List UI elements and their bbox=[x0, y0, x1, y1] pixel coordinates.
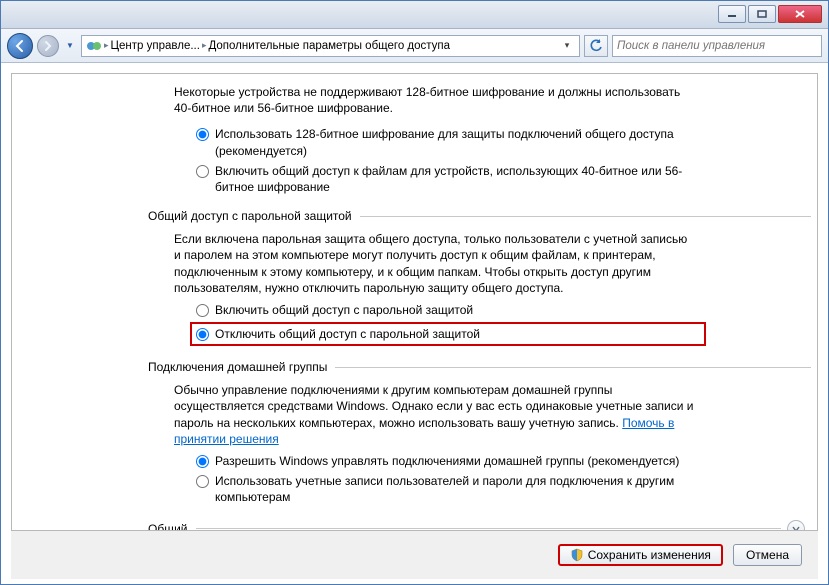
section-title: Подключения домашней группы bbox=[148, 360, 327, 374]
nav-history-dropdown[interactable]: ▼ bbox=[63, 39, 77, 53]
window-frame: ▼ ▸ Центр управле... ▸ Дополнительные па… bbox=[0, 0, 829, 585]
breadcrumb-separator-icon: ▸ bbox=[104, 40, 109, 51]
option-label: Отключить общий доступ с парольной защит… bbox=[215, 326, 480, 342]
divider bbox=[335, 367, 811, 368]
password-section-heading: Общий доступ с парольной защитой bbox=[148, 209, 811, 223]
breadcrumb-separator-icon: ▸ bbox=[202, 40, 207, 51]
minimize-button[interactable] bbox=[718, 5, 746, 23]
homegroup-radio-group: Разрешить Windows управлять подключениям… bbox=[196, 453, 706, 506]
search-input[interactable] bbox=[617, 40, 817, 52]
button-label: Отмена bbox=[746, 548, 789, 562]
search-box[interactable] bbox=[612, 35, 822, 57]
shield-icon bbox=[570, 548, 584, 562]
save-changes-button[interactable]: Сохранить изменения bbox=[558, 544, 723, 566]
refresh-button[interactable] bbox=[584, 35, 608, 57]
divider bbox=[360, 216, 811, 217]
option-label: Использовать 128-битное шифрование для з… bbox=[215, 126, 706, 158]
password-enable-option[interactable]: Включить общий доступ с парольной защито… bbox=[196, 302, 706, 318]
encryption-128bit-option[interactable]: Использовать 128-битное шифрование для з… bbox=[196, 126, 706, 158]
divider bbox=[196, 528, 782, 529]
chevron-down-icon[interactable] bbox=[787, 520, 805, 531]
radio-input[interactable] bbox=[196, 165, 209, 178]
homegroup-accounts-option[interactable]: Использовать учетные записи пользователе… bbox=[196, 473, 706, 505]
section-title: Общий доступ с парольной защитой bbox=[148, 209, 352, 223]
control-panel-icon bbox=[86, 38, 102, 54]
radio-input[interactable] bbox=[196, 328, 209, 341]
close-button[interactable] bbox=[778, 5, 822, 23]
maximize-button[interactable] bbox=[748, 5, 776, 23]
password-radio-group: Включить общий доступ с парольной защито… bbox=[196, 302, 706, 346]
settings-scroll-pane[interactable]: Некоторые устройства не поддерживают 128… bbox=[11, 73, 818, 531]
cancel-button[interactable]: Отмена bbox=[733, 544, 802, 566]
homegroup-windows-option[interactable]: Разрешить Windows управлять подключениям… bbox=[196, 453, 706, 469]
section-title: Общий bbox=[148, 522, 188, 531]
footer-bar: Сохранить изменения Отмена bbox=[11, 531, 818, 579]
navigation-bar: ▼ ▸ Центр управле... ▸ Дополнительные па… bbox=[1, 29, 828, 63]
radio-input[interactable] bbox=[196, 128, 209, 141]
homegroup-intro-text: Обычно управление подключениями к другим… bbox=[174, 382, 694, 447]
forward-button[interactable] bbox=[37, 35, 59, 57]
button-label: Сохранить изменения bbox=[588, 548, 711, 562]
address-bar[interactable]: ▸ Центр управле... ▸ Дополнительные пара… bbox=[81, 35, 580, 57]
encryption-40bit-option[interactable]: Включить общий доступ к файлам для устро… bbox=[196, 163, 706, 195]
password-disable-option[interactable]: Отключить общий доступ с парольной защит… bbox=[190, 322, 706, 346]
option-label: Разрешить Windows управлять подключениям… bbox=[215, 453, 679, 469]
homegroup-section-heading: Подключения домашней группы bbox=[148, 360, 811, 374]
radio-input[interactable] bbox=[196, 304, 209, 317]
intro-text-prefix: Обычно управление подключениями к другим… bbox=[174, 383, 693, 429]
address-dropdown[interactable]: ▾ bbox=[559, 40, 575, 51]
encryption-radio-group: Использовать 128-битное шифрование для з… bbox=[196, 126, 706, 195]
back-button[interactable] bbox=[7, 33, 33, 59]
radio-input[interactable] bbox=[196, 455, 209, 468]
breadcrumb-segment-2[interactable]: Дополнительные параметры общего доступа bbox=[208, 40, 450, 52]
option-label: Включить общий доступ с парольной защито… bbox=[215, 302, 473, 318]
titlebar[interactable] bbox=[1, 1, 828, 29]
radio-input[interactable] bbox=[196, 475, 209, 488]
option-label: Включить общий доступ к файлам для устро… bbox=[215, 163, 706, 195]
option-label: Использовать учетные записи пользователе… bbox=[215, 473, 706, 505]
breadcrumb-segment-1[interactable]: Центр управле... bbox=[111, 40, 200, 52]
encryption-intro-text: Некоторые устройства не поддерживают 128… bbox=[174, 84, 694, 116]
password-intro-text: Если включена парольная защита общего до… bbox=[174, 231, 694, 296]
general-section-heading[interactable]: Общий bbox=[148, 520, 805, 531]
